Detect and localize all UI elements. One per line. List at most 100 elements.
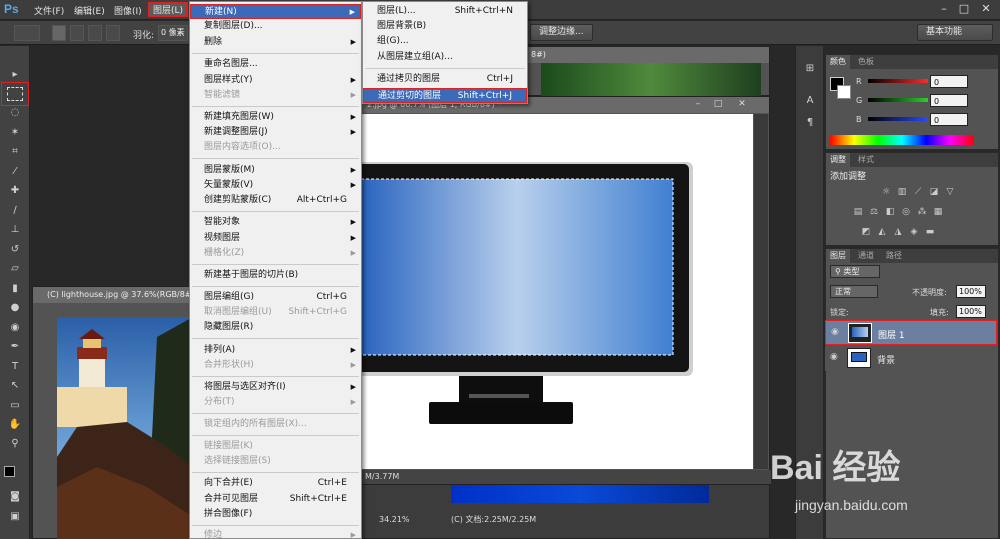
- threshold-icon[interactable]: ◮: [892, 227, 904, 237]
- menu-image[interactable]: 图像(I): [114, 4, 142, 17]
- submenu-item-group-from-layers[interactable]: 从图层建立组(A)...: [363, 50, 527, 65]
- menu-item-new[interactable]: 新建(N) ▶: [190, 4, 361, 19]
- maximize-icon[interactable]: □: [956, 1, 972, 17]
- fill-input[interactable]: 100%: [956, 305, 986, 318]
- menu-item-merge-down[interactable]: 向下合并(E) Ctrl+E: [190, 476, 361, 491]
- eyedropper-icon[interactable]: ⁄: [7, 165, 23, 179]
- workspace-select[interactable]: 基本功能: [917, 24, 993, 41]
- lasso-tool-icon[interactable]: ◌: [7, 106, 23, 120]
- menu-item-rename-layer[interactable]: 重命名图层...: [190, 57, 361, 72]
- menu-item-video-layer[interactable]: 视频图层 ▶: [190, 231, 361, 246]
- menu-file[interactable]: 文件(F): [34, 4, 64, 17]
- document-window-main[interactable]: 2.jpg @ 66.7% (图层 1, RGB/8#) * – □ ✕ M/3…: [351, 96, 771, 484]
- menu-item-merge-visible[interactable]: 合并可见图层 Shift+Ctrl+E: [190, 492, 361, 507]
- menu-item-distribute[interactable]: 分布(T) ▶: [190, 395, 361, 410]
- visibility-eye-icon[interactable]: ◉: [831, 327, 839, 337]
- foreground-color-swatch[interactable]: [4, 466, 15, 477]
- paragraph-panel-icon[interactable]: ¶: [802, 116, 818, 130]
- submenu-item-group[interactable]: 组(G)...: [363, 34, 527, 49]
- menu-item-smart-object[interactable]: 智能对象 ▶: [190, 215, 361, 230]
- intersect-selection-icon[interactable]: [106, 25, 120, 41]
- doc-close-icon[interactable]: ✕: [735, 97, 749, 111]
- menu-item-vector-mask[interactable]: 矢量蒙版(V) ▶: [190, 178, 361, 193]
- menu-item-clipping-mask[interactable]: 创建剪贴蒙版(C) Alt+Ctrl+G: [190, 193, 361, 208]
- canvas[interactable]: [351, 114, 753, 469]
- menu-item-smart-filter[interactable]: 智能滤镜 ▶: [190, 88, 361, 103]
- character-panel-icon[interactable]: A: [802, 94, 818, 108]
- menu-item-combine-shapes[interactable]: 合并形状(H) ▶: [190, 358, 361, 373]
- menu-item-ungroup-layers[interactable]: 取消图层编组(U) Shift+Ctrl+G: [190, 305, 361, 320]
- hand-tool-icon[interactable]: ✋: [7, 418, 23, 432]
- tool-preset-picker[interactable]: [14, 25, 40, 41]
- feather-input[interactable]: 0 像素: [158, 25, 188, 41]
- exposure-icon[interactable]: ◪: [928, 187, 940, 197]
- doc-minimize-icon[interactable]: –: [691, 97, 705, 111]
- menu-item-select-linked-layers[interactable]: 选择链接图层(S): [190, 454, 361, 469]
- refine-edge-button[interactable]: 调整边缘...: [530, 24, 593, 41]
- curves-icon[interactable]: ⟋: [912, 187, 924, 197]
- doc-maximize-icon[interactable]: □: [711, 97, 725, 111]
- menu-layer[interactable]: 图层(L): [148, 2, 189, 17]
- tab-paths[interactable]: 路径: [882, 249, 906, 263]
- close-icon[interactable]: ✕: [978, 1, 994, 17]
- selective-color-icon[interactable]: ◈: [908, 227, 920, 237]
- tab-styles[interactable]: 样式: [854, 153, 878, 167]
- new-selection-icon[interactable]: [52, 25, 66, 41]
- blur-tool-icon[interactable]: ●: [7, 301, 23, 315]
- menu-item-layer-style[interactable]: 图层样式(Y) ▶: [190, 73, 361, 88]
- document-window-lighthouse[interactable]: (C) lighthouse.jpg @ 37.6%(RGB/8#): [32, 286, 193, 539]
- tab-layers[interactable]: 图层: [826, 249, 850, 263]
- minimize-icon[interactable]: –: [936, 1, 952, 17]
- channel-r-slider[interactable]: [868, 79, 928, 83]
- submenu-item-new-layer[interactable]: 图层(L)... Shift+Ctrl+N: [363, 4, 527, 19]
- menu-item-duplicate-layer[interactable]: 复制图层(D)...: [190, 19, 361, 34]
- gradient-tool-icon[interactable]: ▮: [7, 282, 23, 296]
- menu-item-hide-layers[interactable]: 隐藏图层(R): [190, 320, 361, 335]
- layer-row-background[interactable]: ◉ 背景: [825, 346, 997, 371]
- blend-mode-select[interactable]: 正常: [830, 285, 878, 298]
- opacity-input[interactable]: 100%: [956, 285, 986, 298]
- menu-item-link-layers[interactable]: 链接图层(K): [190, 439, 361, 454]
- posterize-icon[interactable]: ◭: [876, 227, 888, 237]
- menu-item-rasterize[interactable]: 栅格化(Z) ▶: [190, 246, 361, 261]
- crop-tool-icon[interactable]: ⌗: [7, 145, 23, 159]
- color-spectrum-bar[interactable]: [830, 135, 974, 145]
- document-window-bottom[interactable]: 34.21% (C) 文档:2.25M/2.25M: [360, 484, 770, 539]
- menu-item-layer-mask[interactable]: 图层蒙版(M) ▶: [190, 163, 361, 178]
- photo-filter-icon[interactable]: ◎: [900, 207, 912, 217]
- clone-stamp-icon[interactable]: ⊥: [7, 223, 23, 237]
- color-background-swatch[interactable]: [837, 85, 851, 99]
- tab-swatches[interactable]: 色板: [854, 55, 878, 69]
- zoom-tool-icon[interactable]: ⚲: [7, 437, 23, 451]
- zoom-value[interactable]: 34.21%: [379, 513, 410, 527]
- layer-row-layer1[interactable]: ◉ 图层 1: [825, 320, 997, 345]
- pen-tool-icon[interactable]: ✒: [7, 340, 23, 354]
- tab-channels[interactable]: 通道: [854, 249, 878, 263]
- black-white-icon[interactable]: ◧: [884, 207, 896, 217]
- tab-color[interactable]: 颜色: [826, 55, 850, 69]
- gradient-map-icon[interactable]: ▬: [924, 227, 936, 237]
- move-tool-icon[interactable]: ▸: [7, 68, 23, 82]
- healing-brush-icon[interactable]: ✚: [7, 184, 23, 198]
- menu-item-new-adjustment-layer[interactable]: 新建调整图层(J) ▶: [190, 125, 361, 140]
- channel-b-value[interactable]: 0: [930, 113, 968, 126]
- channel-r-value[interactable]: 0: [930, 75, 968, 88]
- quick-mask-icon[interactable]: ◙: [7, 490, 23, 504]
- menu-item-align-to-selection[interactable]: 将图层与选区对齐(I) ▶: [190, 380, 361, 395]
- brightness-contrast-icon[interactable]: ☼: [880, 187, 892, 197]
- rectangle-tool-icon[interactable]: ▭: [7, 399, 23, 413]
- channel-g-slider[interactable]: [868, 98, 928, 102]
- vertical-scrollbar[interactable]: [754, 114, 768, 469]
- channel-g-value[interactable]: 0: [930, 94, 968, 107]
- path-selection-icon[interactable]: ↖: [7, 379, 23, 393]
- submenu-item-layer-via-copy[interactable]: 通过拷贝的图层 Ctrl+J: [363, 72, 527, 87]
- color-balance-icon[interactable]: ⚖: [868, 207, 880, 217]
- dodge-tool-icon[interactable]: ◉: [7, 321, 23, 335]
- menu-edit[interactable]: 编辑(E): [74, 4, 105, 17]
- brush-tool-icon[interactable]: ∕: [7, 204, 23, 218]
- subtract-selection-icon[interactable]: [88, 25, 102, 41]
- submenu-item-layer-via-cut[interactable]: 通过剪切的图层 Shift+Ctrl+J: [363, 88, 527, 103]
- add-selection-icon[interactable]: [70, 25, 84, 41]
- magic-wand-icon[interactable]: ✶: [7, 126, 23, 140]
- menu-item-new-fill-layer[interactable]: 新建填充图层(W) ▶: [190, 110, 361, 125]
